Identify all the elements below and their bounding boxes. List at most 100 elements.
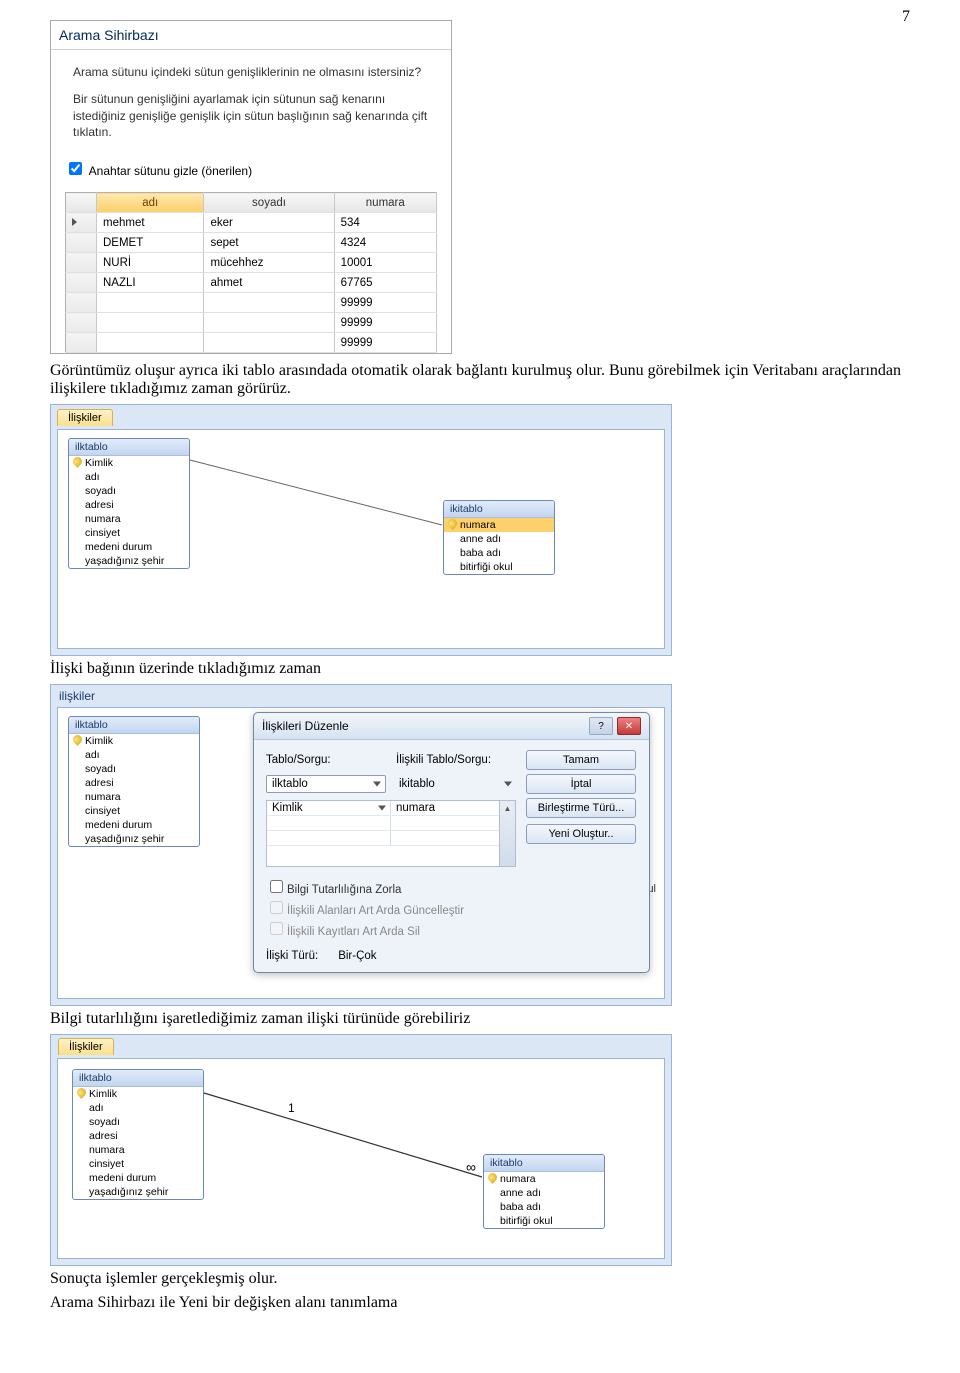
table-field[interactable]: baba adı — [444, 546, 554, 560]
table-field[interactable]: bitirfiği okul — [444, 560, 554, 574]
column-header-soyadi[interactable]: soyadı — [204, 193, 334, 213]
table-field[interactable]: anne adı — [484, 1186, 604, 1200]
join-type-button[interactable]: Birleştirme Türü... — [526, 798, 636, 818]
table-field[interactable]: Kimlik — [73, 1087, 203, 1101]
relationships-tab-3[interactable]: ilişkiler — [53, 687, 101, 705]
table-cell[interactable] — [97, 313, 204, 333]
create-new-button[interactable]: Yeni Oluştur.. — [526, 824, 636, 844]
row-header[interactable] — [66, 233, 97, 253]
table-row[interactable]: 99999 — [66, 333, 437, 353]
table-field[interactable]: yaşadığınız şehir — [69, 554, 189, 568]
table-row[interactable]: NAZLIahmet67765 — [66, 273, 437, 293]
dialog-help-icon[interactable]: ? — [589, 717, 613, 735]
field-mapping-list[interactable]: Kimlik numara ▲ — [266, 800, 516, 867]
table-field[interactable]: Kimlik — [69, 734, 199, 748]
table-cell[interactable]: DEMET — [97, 233, 204, 253]
table-cell[interactable] — [204, 313, 334, 333]
row-header[interactable] — [66, 293, 97, 313]
table-cell[interactable]: 67765 — [334, 273, 436, 293]
table-field[interactable]: adı — [73, 1101, 203, 1115]
table-box-ilktablo-3[interactable]: ilktablo Kimlikadısoyadıadresinumaracins… — [68, 716, 200, 847]
table-field[interactable]: adı — [69, 470, 189, 484]
table-row[interactable]: 99999 — [66, 293, 437, 313]
table-field[interactable]: adresi — [73, 1129, 203, 1143]
map-right-field[interactable]: numara — [391, 801, 515, 816]
table-box-ilktablo[interactable]: ilktablo Kimlikadısoyadıadresinumaracins… — [68, 438, 190, 569]
table-field[interactable]: numara — [484, 1172, 604, 1186]
table-cell[interactable] — [204, 333, 334, 353]
table-cell[interactable] — [97, 333, 204, 353]
table-field[interactable]: adresi — [69, 776, 199, 790]
column-header-numara[interactable]: numara — [334, 193, 436, 213]
table-field[interactable]: soyadı — [69, 762, 199, 776]
table-field[interactable]: bitirfiği okul — [484, 1214, 604, 1228]
edit-relationships-screenshot: ilişkiler ilktablo Kimlikadısoyadıadresi… — [50, 684, 672, 1006]
table-field[interactable]: numara — [69, 790, 199, 804]
table-field[interactable]: medeni durum — [69, 540, 189, 554]
dialog-close-icon[interactable]: ✕ — [617, 717, 641, 735]
table-field[interactable]: cinsiyet — [73, 1157, 203, 1171]
row-header[interactable] — [66, 253, 97, 273]
table-box-ikitablo-final[interactable]: ikitablo numaraanne adıbaba adıbitirfiği… — [483, 1154, 605, 1229]
table-cell[interactable]: mehmet — [97, 213, 204, 233]
table-field[interactable]: numara — [73, 1143, 203, 1157]
table-combo-left[interactable]: ilktablo — [266, 775, 386, 793]
table-cell[interactable]: eker — [204, 213, 334, 233]
relationship-link-final[interactable] — [204, 1093, 482, 1177]
table-cell[interactable] — [97, 293, 204, 313]
map-left-field[interactable]: Kimlik — [267, 801, 391, 816]
table-field[interactable]: adı — [69, 748, 199, 762]
table-row[interactable]: DEMETsepet4324 — [66, 233, 437, 253]
table-field[interactable]: adresi — [69, 498, 189, 512]
table-cell[interactable]: ahmet — [204, 273, 334, 293]
table-field[interactable]: soyadı — [73, 1115, 203, 1129]
table-field[interactable]: numara — [444, 518, 554, 532]
table-box-ilktablo-final[interactable]: ilktablo Kimlikadısoyadıadresinumaracins… — [72, 1069, 204, 1200]
scroll-up-icon[interactable]: ▲ — [500, 801, 515, 815]
row-header[interactable] — [66, 333, 97, 353]
row-header[interactable] — [66, 273, 97, 293]
table-corner[interactable] — [66, 193, 97, 213]
table-field[interactable]: yaşadığınız şehir — [69, 832, 199, 846]
enforce-integrity-checkbox[interactable]: Bilgi Tutarlılığına Zorla — [266, 877, 637, 896]
list-scrollbar[interactable]: ▲ — [499, 801, 515, 866]
table-cell[interactable]: NURİ — [97, 253, 204, 273]
table-row[interactable]: 99999 — [66, 313, 437, 333]
table-cell[interactable]: sepet — [204, 233, 334, 253]
table-field[interactable]: numara — [69, 512, 189, 526]
row-header[interactable] — [66, 213, 97, 233]
table-field[interactable]: baba adı — [484, 1200, 604, 1214]
table-field[interactable]: medeni durum — [73, 1171, 203, 1185]
table-field[interactable]: cinsiyet — [69, 804, 199, 818]
table-cell[interactable]: NAZLI — [97, 273, 204, 293]
table-row[interactable]: NURİmücehhez10001 — [66, 253, 437, 273]
table-box-ikitablo[interactable]: ikitablo numaraanne adıbaba adıbitirfiği… — [443, 500, 555, 575]
table-combo-right[interactable]: ikitablo — [396, 776, 516, 792]
cardinality-many: ∞ — [466, 1159, 476, 1175]
column-header-adi[interactable]: adı — [97, 193, 204, 213]
table-field[interactable]: Kimlik — [69, 456, 189, 470]
table-cell[interactable] — [204, 293, 334, 313]
table-cell[interactable]: 99999 — [334, 293, 436, 313]
table-cell[interactable]: mücehhez — [204, 253, 334, 273]
table-cell[interactable]: 4324 — [334, 233, 436, 253]
relationships-tab[interactable]: İlişkiler — [57, 409, 113, 426]
table-field[interactable]: yaşadığınız şehir — [73, 1185, 203, 1199]
table-cell[interactable]: 99999 — [334, 333, 436, 353]
wizard-prompt-2: Bir sütunun genişliğini ayarlamak için s… — [73, 91, 429, 141]
ok-button[interactable]: Tamam — [526, 750, 636, 770]
table-field[interactable]: medeni durum — [69, 818, 199, 832]
relationship-link[interactable] — [190, 460, 442, 525]
table-cell[interactable]: 10001 — [334, 253, 436, 273]
table-field[interactable]: soyadı — [69, 484, 189, 498]
table-cell[interactable]: 534 — [334, 213, 436, 233]
hide-key-checkbox[interactable]: Anahtar sütunu gizle (önerilen) — [65, 164, 252, 178]
table-row[interactable]: mehmeteker534 — [66, 213, 437, 233]
row-header[interactable] — [66, 313, 97, 333]
table-field[interactable]: anne adı — [444, 532, 554, 546]
relationships-tab-4[interactable]: İlişkiler — [58, 1038, 114, 1055]
table-field[interactable]: cinsiyet — [69, 526, 189, 540]
table-cell[interactable]: 99999 — [334, 313, 436, 333]
hide-key-checkbox-input[interactable] — [69, 162, 82, 175]
cancel-button[interactable]: İptal — [526, 774, 636, 794]
